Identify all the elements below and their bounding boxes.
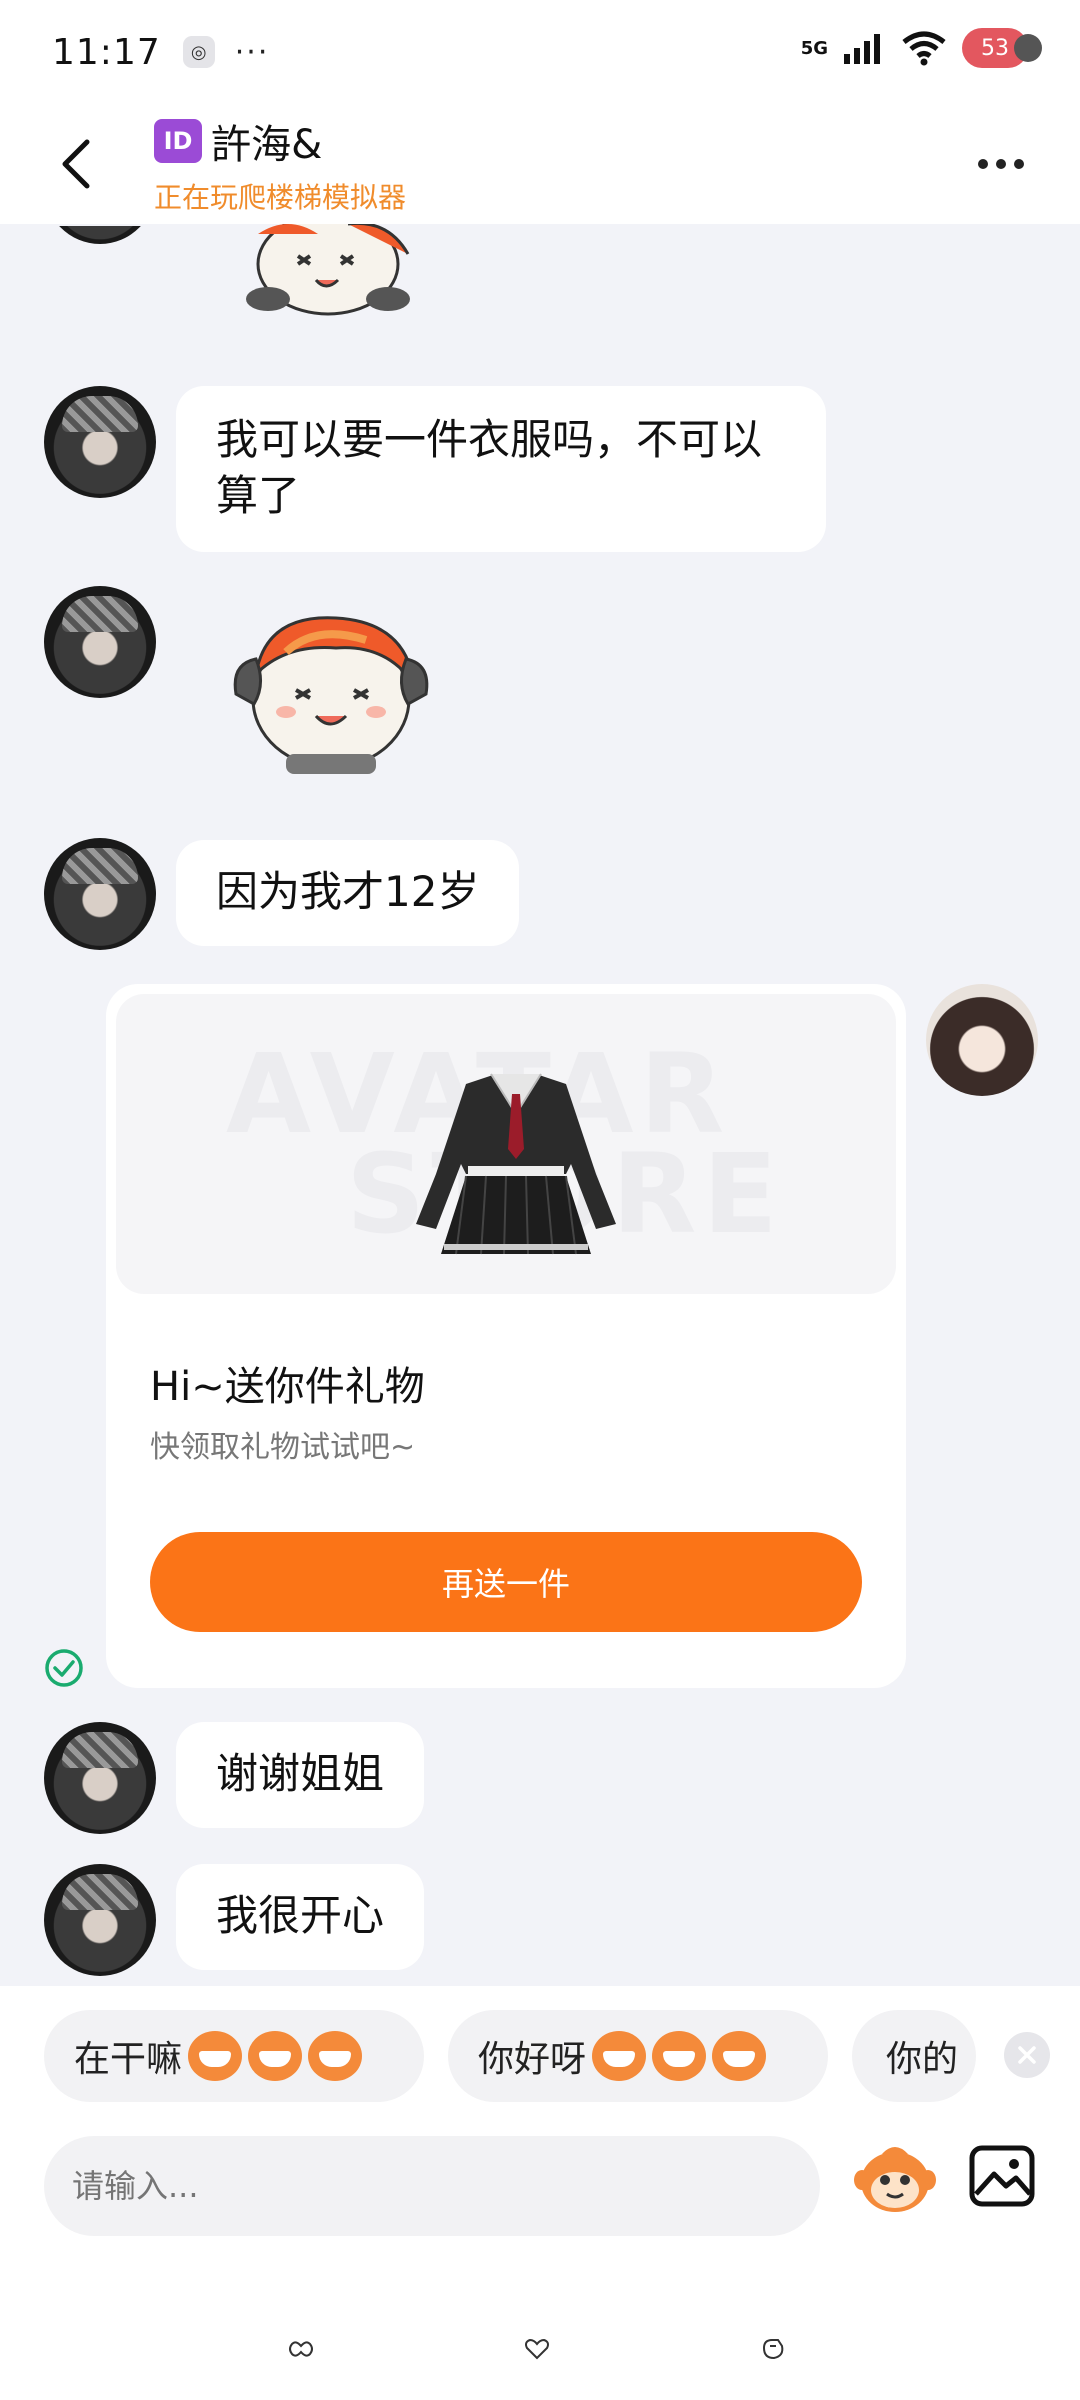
header-titles: ID 許海& 正在玩爬楼梯模拟器 <box>154 112 406 216</box>
outfit-icon <box>416 1073 616 1255</box>
more-notifications-icon: ··· <box>234 34 270 70</box>
contact-avatar[interactable] <box>44 386 156 498</box>
contact-avatar[interactable] <box>44 1722 156 1834</box>
message-bubble[interactable]: 我很开心 <box>176 1864 425 1970</box>
monkey-surprised-icon <box>592 2031 647 2081</box>
wifi-icon <box>902 31 946 66</box>
close-icon <box>1018 2046 1036 2064</box>
status-time: 11:17 <box>52 31 161 73</box>
monkey-grin-icon <box>308 2031 363 2081</box>
status-indicators: 5G 53 <box>800 28 1042 68</box>
self-avatar[interactable] <box>926 984 1038 1096</box>
contact-avatar[interactable] <box>44 838 156 950</box>
battery-indicator: 53 <box>962 28 1042 68</box>
contact-avatar[interactable] <box>44 1864 156 1976</box>
message-bubble[interactable]: 因为我才12岁 <box>176 840 520 946</box>
status-bar: 11:17 ◎ ··· 5G 53 <box>0 0 1080 104</box>
back-button[interactable] <box>46 128 106 200</box>
more-options-button[interactable] <box>966 142 1036 186</box>
quick-reply-text: 你好呀 <box>478 2039 587 2080</box>
send-another-button[interactable]: 再送一件 <box>150 1532 862 1632</box>
quick-reply-chip[interactable]: 你好呀 <box>448 2010 828 2102</box>
gift-image: AVATAR STORE <box>116 994 896 1294</box>
chat-header: ID 許海& 正在玩爬楼梯模拟器 <box>0 104 1080 224</box>
emoji-monkey-icon[interactable] <box>852 2136 938 2222</box>
monkey-surprised-icon <box>652 2031 707 2081</box>
message-bubble[interactable]: 我可以要一件衣服吗，不可以 算了 <box>176 386 826 552</box>
read-check-icon <box>45 1649 83 1687</box>
sticker-icon <box>246 224 410 316</box>
quick-reply-text: 你的 <box>886 2039 959 2080</box>
app-notification-icon: ◎ <box>182 36 215 68</box>
network-type: 5G <box>800 37 828 59</box>
quick-reply-chip[interactable]: 你的 <box>852 2010 976 2102</box>
close-quick-replies-button[interactable] <box>1004 2032 1050 2078</box>
quick-reply-text: 在干嘛 <box>74 2039 183 2080</box>
monkey-grin-icon <box>188 2031 243 2081</box>
chat-screen: 11:17 ◎ ··· 5G 53 ID 許海& 正在玩爬楼梯模拟器 我可以要一… <box>0 0 1080 2400</box>
message-bubble[interactable]: 谢谢姐姐 <box>176 1722 425 1828</box>
contact-name[interactable]: 許海& <box>211 122 322 168</box>
monkey-surprised-icon <box>712 2031 767 2081</box>
id-badge-icon: ID <box>154 119 202 163</box>
image-picker-icon[interactable] <box>966 2140 1038 2212</box>
more-dot-icon <box>978 159 988 169</box>
gift-subtitle: 快领取礼物试试吧~ <box>150 1430 416 1465</box>
nav-back-icon[interactable] <box>286 2334 316 2364</box>
gift-title: Hi~送你件礼物 <box>150 1364 425 1410</box>
monkey-grin-icon <box>248 2031 303 2081</box>
more-dot-icon <box>1014 159 1024 169</box>
system-nav-bar <box>0 2326 1080 2386</box>
message-input[interactable] <box>44 2136 820 2236</box>
more-dot-icon <box>996 159 1006 169</box>
nav-home-icon[interactable] <box>522 2334 552 2364</box>
contact-avatar[interactable] <box>44 586 156 698</box>
chevron-left-icon <box>62 139 90 189</box>
sticker-icon[interactable] <box>226 604 436 784</box>
compose-panel: 在干嘛 你好呀 你的 <box>0 1986 1080 2400</box>
gift-card[interactable]: AVATAR STORE Hi~送你件礼物 快领取礼物试试吧~ 再送一件 <box>106 984 906 1688</box>
quick-reply-chip[interactable]: 在干嘛 <box>44 2010 424 2102</box>
signal-icon <box>844 34 880 64</box>
contact-status: 正在玩爬楼梯模拟器 <box>154 181 407 214</box>
nav-recent-icon[interactable] <box>758 2334 788 2364</box>
